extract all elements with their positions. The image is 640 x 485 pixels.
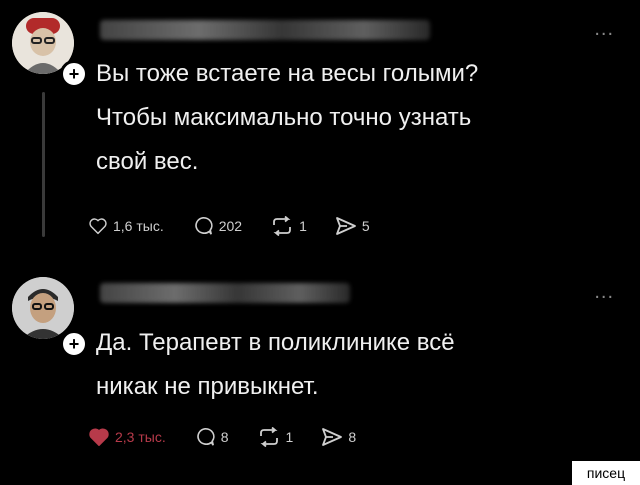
- like-count: 1,6 тыс.: [113, 218, 164, 234]
- comment-icon: [196, 427, 215, 446]
- username-blurred[interactable]: [100, 283, 350, 303]
- repost-icon: [273, 216, 291, 236]
- like-button[interactable]: 2,3 тыс.: [88, 427, 166, 447]
- heart-icon: [89, 218, 107, 235]
- share-icon: [335, 217, 356, 235]
- post-1: + ... Вы тоже встаете на весы голыми? Чт…: [0, 0, 640, 250]
- more-icon[interactable]: ...: [594, 18, 614, 41]
- watermark: писец: [572, 461, 640, 485]
- more-icon[interactable]: ...: [594, 281, 614, 304]
- username-blurred[interactable]: [100, 20, 430, 40]
- repost-icon: [259, 427, 278, 447]
- share-count: 8: [348, 429, 357, 445]
- follow-plus-icon[interactable]: +: [60, 330, 88, 358]
- repost-count: 1: [299, 218, 307, 234]
- post-text: Вы тоже встаете на весы голыми? Чтобы ма…: [96, 60, 479, 175]
- comment-count: 8: [220, 429, 229, 445]
- like-count: 2,3 тыс.: [115, 429, 166, 445]
- comment-button[interactable]: 8: [194, 427, 229, 447]
- follow-plus-icon[interactable]: +: [60, 60, 88, 88]
- like-button[interactable]: 1,6 тыс.: [88, 217, 164, 235]
- share-icon: [322, 428, 343, 446]
- share-button[interactable]: 8: [321, 427, 356, 447]
- post-actions: 2,3 тыс. 8 1 8: [88, 427, 384, 447]
- heart-icon: [89, 428, 109, 446]
- comment-count: 202: [218, 218, 243, 234]
- avatar[interactable]: [12, 277, 74, 339]
- repost-count: 1: [285, 429, 294, 445]
- share-count: 5: [361, 218, 370, 234]
- thread-screen: + ... Вы тоже встаете на весы голыми? Чт…: [0, 0, 640, 485]
- post-2: + ... Да. Терапевт в поликлинике всё ник…: [0, 265, 640, 475]
- post-text: Да. Терапевт в поликлинике всё никак не …: [96, 329, 455, 400]
- comment-icon: [194, 216, 213, 235]
- comment-button[interactable]: 202: [192, 216, 242, 236]
- avatar-image: [12, 277, 74, 339]
- repost-button[interactable]: 1: [270, 216, 307, 236]
- share-button[interactable]: 5: [335, 216, 370, 236]
- repost-button[interactable]: 1: [257, 427, 294, 447]
- post-actions: 1,6 тыс. 202 1 5: [88, 216, 398, 236]
- thread-line: [42, 92, 45, 237]
